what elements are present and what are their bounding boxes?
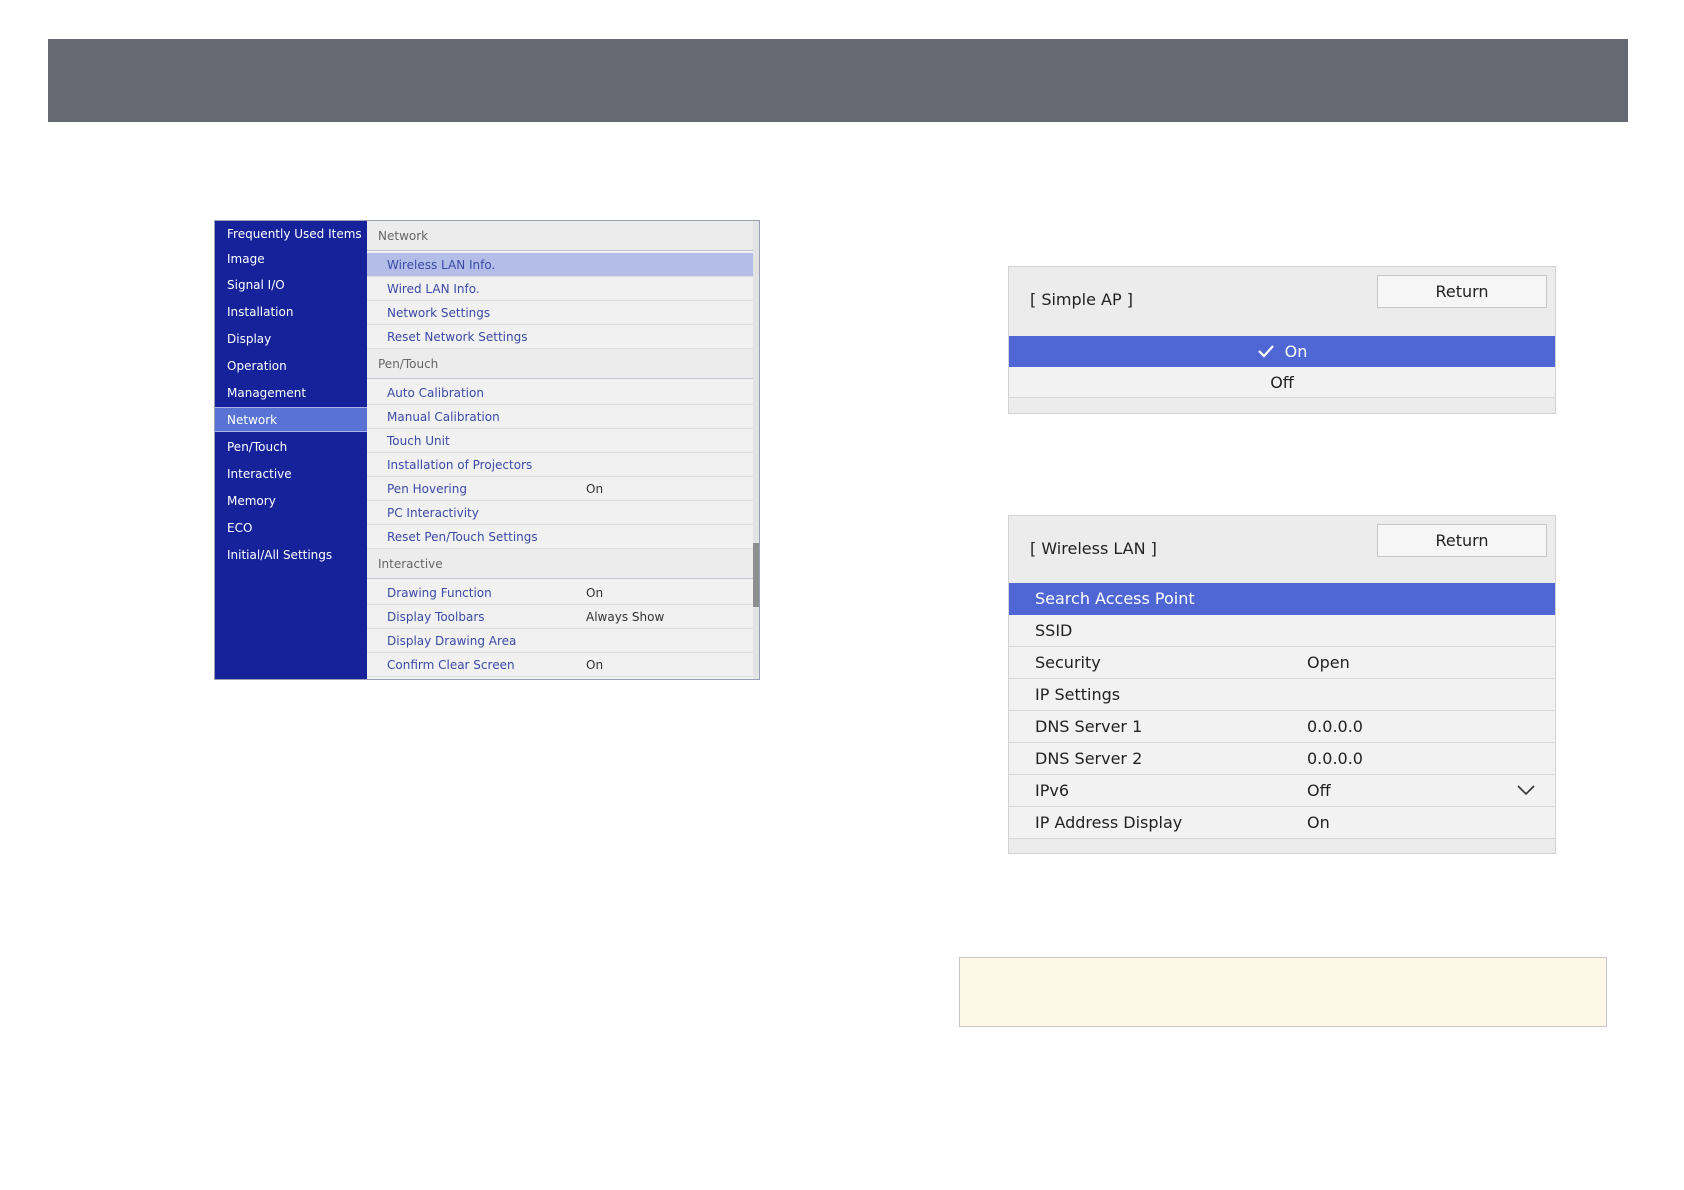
menu-item-display-toolbars[interactable]: Display Toolbars Always Show: [367, 605, 753, 629]
sidebar-item-image[interactable]: Image: [215, 247, 367, 272]
dialog-header: [ Wireless LAN ] Return: [1009, 516, 1555, 582]
wireless-lan-dialog: [ Wireless LAN ] Return Search Access Po…: [1008, 515, 1556, 854]
option-label: On: [1284, 342, 1308, 361]
sidebar-item-pen-touch[interactable]: Pen/Touch: [215, 435, 367, 460]
menu-sidebar: Frequently Used Items Image Signal I/O I…: [215, 221, 367, 679]
row-value: 0.0.0.0: [1307, 717, 1363, 736]
row-ip-address-display[interactable]: IP Address Display On: [1009, 807, 1555, 839]
menu-item-display-drawing-area[interactable]: Display Drawing Area: [367, 629, 753, 653]
menu-item-manual-calibration[interactable]: Manual Calibration: [367, 405, 753, 429]
sidebar-item-operation[interactable]: Operation: [215, 354, 367, 379]
menu-main-panel: Network Wireless LAN Info. Wired LAN Inf…: [367, 221, 753, 679]
menu-item-auto-calibration[interactable]: Auto Calibration: [367, 381, 753, 405]
menu-item-touch-unit[interactable]: Touch Unit: [367, 429, 753, 453]
section-header-network: Network: [367, 221, 753, 251]
menu-item-wireless-lan-info[interactable]: Wireless LAN Info.: [367, 253, 753, 277]
sidebar-item-frequently-used-items[interactable]: Frequently Used Items: [215, 222, 367, 247]
menu-item-pc-interactivity[interactable]: PC Interactivity: [367, 501, 753, 525]
menu-item-confirm-clear-screen[interactable]: Confirm Clear Screen On: [367, 653, 753, 677]
sidebar-item-interactive[interactable]: Interactive: [215, 462, 367, 487]
menu-item-network-settings[interactable]: Network Settings: [367, 301, 753, 325]
row-ip-settings[interactable]: IP Settings: [1009, 679, 1555, 711]
row-label: DNS Server 2: [1035, 749, 1143, 768]
row-dns-server-2[interactable]: DNS Server 2 0.0.0.0: [1009, 743, 1555, 775]
row-value: Off: [1307, 781, 1331, 800]
top-banner: [48, 39, 1628, 122]
dialog-title: [ Wireless LAN ]: [1030, 539, 1157, 558]
display-toolbars-value: Always Show: [586, 610, 665, 624]
menu-item-label: Pen Hovering: [387, 482, 467, 496]
simple-ap-dialog: [ Simple AP ] Return On Off: [1008, 266, 1556, 414]
row-ssid[interactable]: SSID: [1009, 615, 1555, 647]
section-header-interactive: Interactive: [367, 549, 753, 579]
menu-item-label: Drawing Function: [387, 586, 492, 600]
row-label: Security: [1035, 653, 1101, 672]
sidebar-item-initial-all-settings[interactable]: Initial/All Settings: [215, 543, 367, 568]
row-security[interactable]: Security Open: [1009, 647, 1555, 679]
option-on[interactable]: On: [1009, 336, 1555, 367]
row-value: On: [1307, 813, 1330, 832]
sidebar-item-management[interactable]: Management: [215, 381, 367, 406]
section-header-pen-touch: Pen/Touch: [367, 349, 753, 379]
sidebar-item-display[interactable]: Display: [215, 327, 367, 352]
menu-item-pen-hovering[interactable]: Pen Hovering On: [367, 477, 753, 501]
pen-hovering-value: On: [586, 482, 604, 496]
menu-item-installation-of-projectors[interactable]: Installation of Projectors: [367, 453, 753, 477]
row-label: SSID: [1035, 621, 1073, 640]
chevron-down-icon[interactable]: [1517, 783, 1535, 797]
note-box: [959, 957, 1607, 1027]
menu-item-wired-lan-info[interactable]: Wired LAN Info.: [367, 277, 753, 301]
sidebar-item-network[interactable]: Network: [215, 407, 367, 432]
row-dns-server-1[interactable]: DNS Server 1 0.0.0.0: [1009, 711, 1555, 743]
projector-settings-menu: Frequently Used Items Image Signal I/O I…: [214, 220, 760, 680]
return-button[interactable]: Return: [1377, 275, 1547, 308]
menu-item-reset-network-settings[interactable]: Reset Network Settings: [367, 325, 753, 349]
row-label: DNS Server 1: [1035, 717, 1143, 736]
sidebar-item-signal-io[interactable]: Signal I/O: [215, 273, 367, 298]
sidebar-item-eco[interactable]: ECO: [215, 516, 367, 541]
dialog-header: [ Simple AP ] Return: [1009, 267, 1555, 333]
row-value: 0.0.0.0: [1307, 749, 1363, 768]
row-ipv6[interactable]: IPv6 Off: [1009, 775, 1555, 807]
confirm-clear-screen-value: On: [586, 658, 604, 672]
row-label: Search Access Point: [1035, 589, 1195, 608]
menu-item-drawing-function[interactable]: Drawing Function On: [367, 581, 753, 605]
menu-scrollbar[interactable]: [753, 221, 759, 679]
sidebar-item-memory[interactable]: Memory: [215, 489, 367, 514]
row-value: Open: [1307, 653, 1350, 672]
sidebar-item-installation[interactable]: Installation: [215, 300, 367, 325]
menu-item-reset-pen-touch-settings[interactable]: Reset Pen/Touch Settings: [367, 525, 753, 549]
return-button[interactable]: Return: [1377, 524, 1547, 557]
menu-item-label: Display Toolbars: [387, 610, 485, 624]
menu-scrollbar-thumb[interactable]: [753, 543, 759, 607]
row-label: IPv6: [1035, 781, 1070, 800]
dialog-title: [ Simple AP ]: [1030, 290, 1133, 309]
drawing-function-value: On: [586, 586, 604, 600]
row-label: IP Settings: [1035, 685, 1121, 704]
option-off[interactable]: Off: [1009, 367, 1555, 398]
checkmark-icon: [1257, 345, 1274, 358]
row-label: IP Address Display: [1035, 813, 1183, 832]
row-search-access-point[interactable]: Search Access Point: [1009, 583, 1555, 615]
menu-item-label: Confirm Clear Screen: [387, 658, 515, 672]
